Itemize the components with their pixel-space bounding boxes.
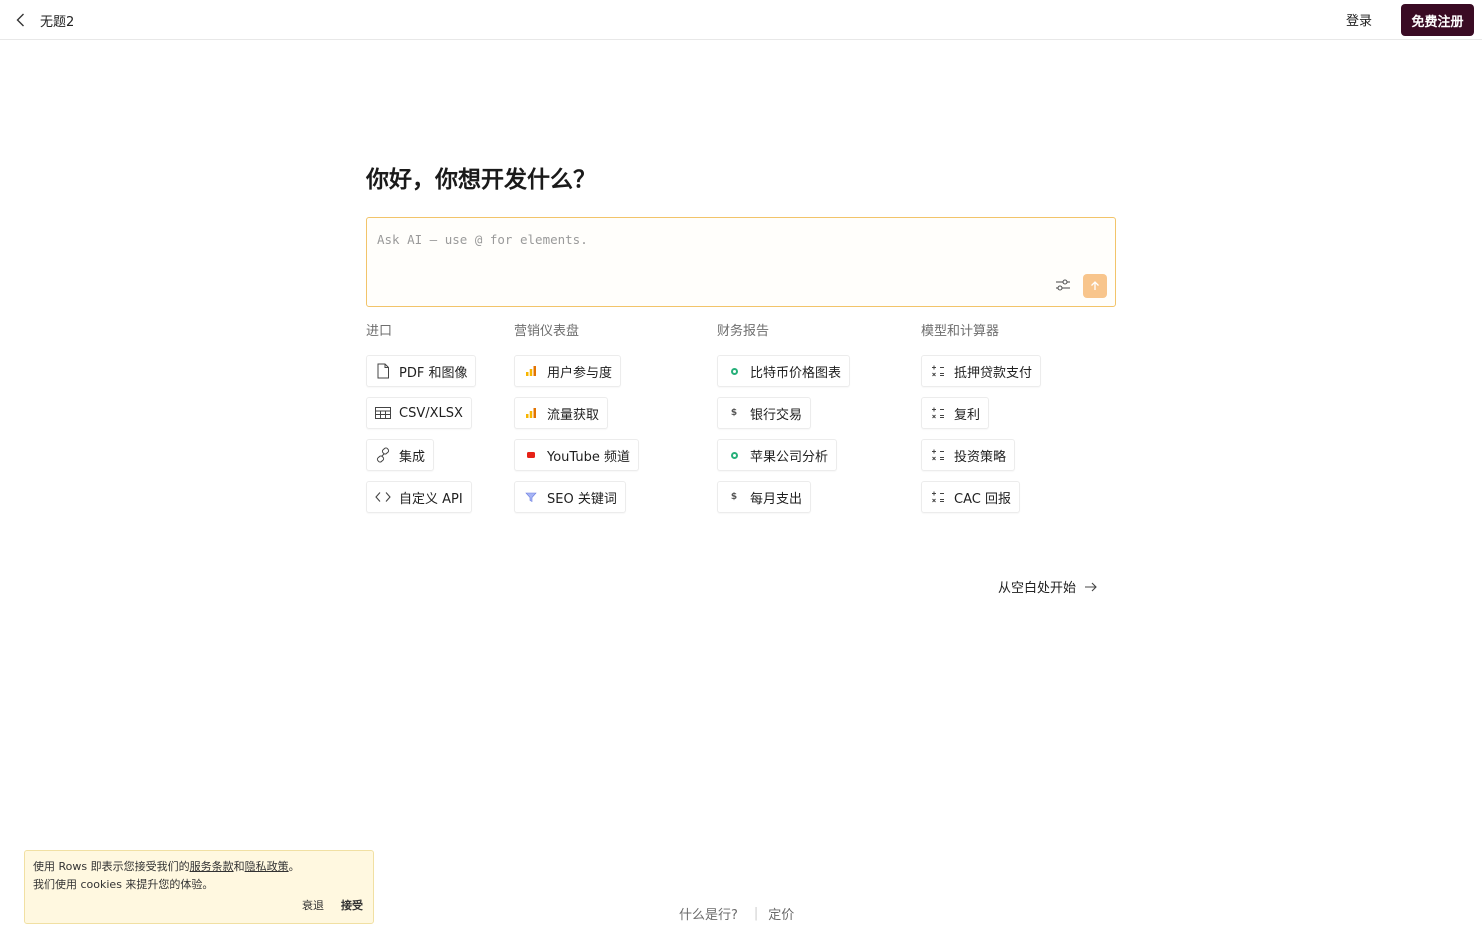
chip-label: 比特币价格图表 — [750, 365, 842, 381]
document-title[interactable]: 无题2 — [40, 11, 74, 30]
calculator-icon — [930, 405, 946, 421]
analytics-icon — [523, 405, 539, 421]
chip-label: CAC 回报 — [954, 491, 1011, 507]
category-import: 进口 — [366, 322, 392, 342]
chip-label: YouTube 频道 — [547, 449, 630, 465]
calculator-icon — [930, 489, 946, 505]
cookie-banner: 使用 Rows 即表示您接受我们的服务条款和隐私政策。 我们使用 cookies… — [24, 850, 374, 924]
cookie-text: 和 — [233, 860, 245, 873]
seo-icon — [523, 489, 539, 505]
chip-label: 投资策略 — [954, 449, 1007, 465]
start-from-blank-label: 从空白处开始 — [998, 581, 1077, 596]
code-icon — [375, 489, 391, 505]
template-bank-transactions[interactable]: $ 银行交易 — [717, 397, 812, 429]
chip-label: 苹果公司分析 — [750, 449, 829, 465]
privacy-link[interactable]: 隐私政策 — [245, 860, 289, 873]
top-bar: 无题2 登录 免费注册 — [0, 0, 1482, 40]
template-seo-keywords[interactable]: SEO 关键词 — [514, 481, 626, 513]
template-compound-interest[interactable]: 复利 — [921, 397, 990, 429]
template-apple-analysis[interactable]: 苹果公司分析 — [717, 439, 838, 471]
category-title: 模型和计算器 — [921, 324, 1000, 339]
calculator-icon — [930, 363, 946, 379]
template-csv-xlsx[interactable]: CSV/XLSX — [366, 397, 472, 429]
template-traffic-acquisition[interactable]: 流量获取 — [514, 397, 609, 429]
circle-icon — [726, 447, 742, 463]
dollar-icon: $ — [730, 408, 738, 418]
chip-label: 用户参与度 — [547, 365, 613, 381]
category-models-calculators: 模型和计算器 — [921, 322, 999, 342]
cookie-accept-button[interactable]: 接受 — [341, 897, 363, 915]
settings-sliders-icon[interactable] — [1053, 276, 1073, 294]
table-icon — [375, 405, 391, 421]
back-chevron-icon[interactable] — [12, 11, 30, 29]
send-button[interactable] — [1083, 274, 1107, 298]
chip-label: 银行交易 — [750, 407, 803, 423]
dollar-icon: $ — [730, 492, 738, 502]
cookie-decline-button[interactable]: 衰退 — [302, 897, 324, 915]
analytics-icon — [523, 363, 539, 379]
chip-label: 自定义 API — [399, 491, 463, 507]
category-title: 进口 — [366, 324, 393, 339]
arrow-right-icon — [1085, 582, 1097, 591]
chip-label: PDF 和图像 — [399, 365, 468, 381]
footer-links: 什么是行? | 定价 — [679, 904, 794, 923]
what-is-rows-link[interactable]: 什么是行? — [679, 904, 738, 923]
login-link[interactable]: 登录 — [1346, 10, 1372, 29]
chip-label: SEO 关键词 — [547, 491, 617, 507]
ai-prompt-box[interactable] — [366, 217, 1116, 307]
template-mortgage-payment[interactable]: 抵押贷款支付 — [921, 355, 1042, 387]
chip-label: CSV/XLSX — [399, 405, 463, 421]
template-pdf-images[interactable]: PDF 和图像 — [366, 355, 477, 387]
calculator-icon — [930, 447, 946, 463]
chip-label: 集成 — [399, 449, 426, 465]
category-title: 财务报告 — [717, 324, 770, 339]
arrow-up-icon — [1091, 281, 1099, 290]
category-title: 营销仪表盘 — [514, 324, 580, 339]
youtube-icon — [523, 447, 539, 463]
link-icon — [375, 447, 391, 463]
template-user-engagement[interactable]: 用户参与度 — [514, 355, 622, 387]
start-from-blank-link[interactable]: 从空白处开始 — [998, 577, 1098, 596]
template-investment-strategy[interactable]: 投资策略 — [921, 439, 1016, 471]
template-monthly-expenses[interactable]: $ 每月支出 — [717, 481, 812, 513]
chip-label: 抵押贷款支付 — [954, 365, 1033, 381]
category-finance: 财务报告 — [717, 322, 769, 342]
page-heading: 你好，你想开发什么？ — [366, 167, 596, 193]
template-integrations[interactable]: 集成 — [366, 439, 435, 471]
chip-label: 每月支出 — [750, 491, 803, 507]
template-bitcoin-price-chart[interactable]: 比特币价格图表 — [717, 355, 851, 387]
template-cac-payback[interactable]: CAC 回报 — [921, 481, 1020, 513]
signup-button[interactable]: 免费注册 — [1401, 4, 1474, 36]
footer-separator: | — [753, 906, 759, 921]
file-icon — [375, 363, 391, 379]
circle-icon — [726, 363, 742, 379]
terms-link[interactable]: 服务条款 — [190, 860, 234, 873]
template-custom-api[interactable]: 自定义 API — [366, 481, 472, 513]
ai-prompt-input[interactable] — [375, 226, 1039, 252]
cookie-line-1: 使用 Rows 即表示您接受我们的服务条款和隐私政策。 — [33, 858, 300, 876]
cookie-text: 。 — [288, 860, 300, 873]
cookie-text: 使用 Rows 即表示您接受我们的 — [33, 860, 190, 873]
category-marketing: 营销仪表盘 — [514, 322, 579, 342]
chip-label: 流量获取 — [547, 407, 600, 423]
chip-label: 复利 — [954, 407, 981, 423]
cookie-line-2: 我们使用 cookies 来提升您的体验。 — [33, 878, 214, 891]
pricing-link[interactable]: 定价 — [768, 904, 794, 923]
template-youtube-channel[interactable]: YouTube 频道 — [514, 439, 639, 471]
